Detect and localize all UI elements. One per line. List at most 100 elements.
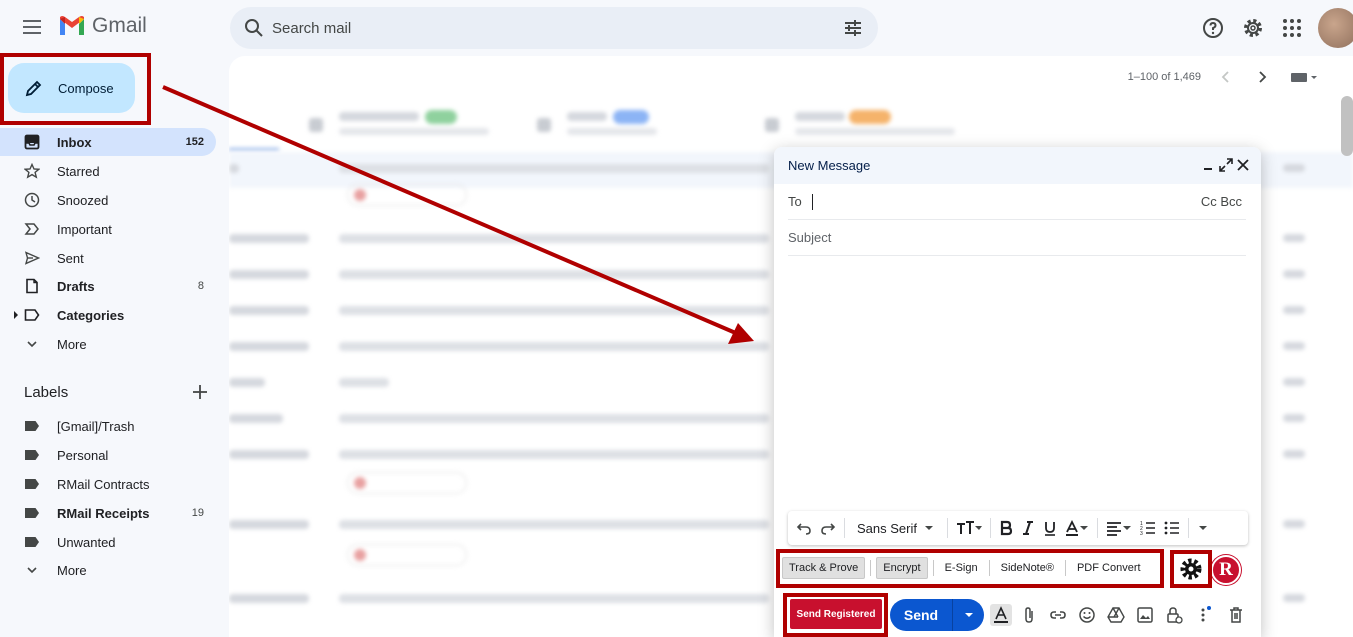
help-icon[interactable] [1201, 16, 1225, 40]
text-cursor [811, 193, 813, 210]
sidebar-item-starred[interactable]: Starred [0, 157, 216, 185]
label-item-trash[interactable]: [Gmail]/Trash [0, 412, 216, 440]
gmail-logo[interactable]: Gmail [58, 14, 147, 38]
formatting-options-icon[interactable] [990, 604, 1012, 626]
label-item-label: RMail Contracts [57, 476, 150, 492]
insert-link-icon[interactable] [1049, 606, 1067, 624]
italic-icon[interactable] [1021, 516, 1035, 540]
rmail-logo[interactable]: R [1211, 555, 1241, 585]
google-drive-icon[interactable] [1107, 606, 1125, 624]
font-size-icon[interactable] [956, 516, 982, 540]
sidebar-item-important[interactable]: Important [0, 215, 216, 243]
add-label-icon[interactable] [190, 382, 210, 402]
sidebar-item-drafts[interactable]: Drafts 8 [0, 272, 216, 300]
toolbar-divider [1187, 518, 1189, 538]
keyboard-icon[interactable] [1289, 68, 1319, 86]
label-tag-icon [25, 537, 39, 547]
dropdown-arrow-icon [924, 526, 933, 530]
label-tag-icon [25, 508, 39, 518]
main-menu-icon[interactable] [20, 16, 44, 40]
compose-button[interactable]: Compose [8, 63, 135, 113]
text-color-icon[interactable] [1065, 516, 1089, 540]
attachment-chip [347, 472, 467, 494]
more-formatting-icon[interactable] [1197, 516, 1209, 540]
encrypt-button[interactable]: Encrypt [876, 557, 928, 579]
label-item-label: Personal [57, 447, 109, 463]
numbered-list-icon[interactable]: 123 [1140, 516, 1156, 540]
rmail-logo-letter: R [1219, 559, 1233, 580]
chevron-down-icon [27, 567, 37, 574]
attachment-chip [347, 544, 467, 566]
underline-icon[interactable] [1043, 516, 1057, 540]
search-bar[interactable] [230, 7, 878, 49]
compose-window: New Message To Cc Bcc Subject Sans Serif… [774, 147, 1261, 637]
close-icon[interactable] [1235, 157, 1251, 173]
search-icon[interactable] [242, 16, 266, 40]
track-prove-button[interactable]: Track & Prove [782, 557, 866, 579]
bold-icon[interactable] [999, 516, 1013, 540]
redo-icon[interactable] [820, 516, 836, 540]
emoji-icon[interactable] [1078, 606, 1096, 624]
sidebar-item-inbox[interactable]: Inbox 152 [0, 128, 216, 156]
star-icon [24, 163, 40, 179]
label-item-personal[interactable]: Personal [0, 441, 216, 469]
label-item-rmail-contracts[interactable]: RMail Contracts [0, 470, 216, 498]
svg-text:3: 3 [1140, 531, 1143, 536]
subject-placeholder: Subject [788, 230, 832, 245]
top-bar: Gmail [0, 0, 1353, 56]
sidenote-button[interactable]: SideNote® [995, 557, 1060, 579]
send-button[interactable]: Send [890, 599, 984, 631]
draft-file-icon [26, 278, 38, 294]
search-options-icon[interactable] [842, 17, 864, 39]
attachment-chip [347, 184, 467, 206]
toolbar-divider [932, 560, 934, 576]
label-tag-icon [25, 479, 39, 489]
send-label: Send [903, 607, 939, 623]
apps-grid-icon[interactable] [1280, 16, 1304, 40]
to-label: To [788, 194, 802, 209]
compose-header[interactable]: New Message [774, 147, 1261, 184]
dropdown-arrow-icon [964, 613, 973, 617]
expand-icon[interactable] [1218, 157, 1234, 173]
attach-file-icon[interactable] [1020, 606, 1038, 624]
undo-icon[interactable] [796, 516, 812, 540]
pagination-count: 1–100 of 1,469 [1127, 71, 1201, 83]
sidebar-item-more[interactable]: More [0, 330, 216, 358]
esign-button[interactable]: E-Sign [939, 557, 984, 579]
search-input[interactable] [272, 19, 812, 37]
labels-heading: Labels [24, 384, 69, 401]
font-family-select[interactable]: Sans Serif [853, 516, 939, 540]
account-avatar[interactable] [1318, 8, 1353, 48]
insert-photo-icon[interactable] [1136, 606, 1154, 624]
rmail-settings-gear-icon[interactable] [1179, 557, 1203, 581]
cc-bcc-link[interactable]: Cc Bcc [1201, 194, 1242, 209]
confidential-mode-icon[interactable] [1165, 606, 1183, 624]
send-registered-button[interactable]: Send Registered [790, 599, 882, 629]
label-item-unwanted[interactable]: Unwanted [0, 528, 216, 556]
more-options-icon[interactable] [1194, 606, 1212, 624]
settings-gear-icon[interactable] [1241, 16, 1265, 40]
bulleted-list-icon[interactable] [1164, 516, 1180, 540]
label-tag-icon [24, 309, 40, 321]
minimize-icon[interactable] [1201, 157, 1217, 173]
to-field[interactable]: To Cc Bcc [788, 184, 1246, 220]
message-body[interactable] [788, 259, 1246, 499]
compose-title: New Message [788, 158, 871, 173]
chevron-left-icon[interactable] [1217, 68, 1235, 86]
sidebar-item-categories[interactable]: Categories [0, 301, 216, 329]
label-item-rmail-receipts[interactable]: RMail Receipts 19 [0, 499, 216, 527]
scrollbar-thumb[interactable] [1341, 96, 1353, 156]
expand-arrow-icon[interactable] [12, 310, 20, 320]
discard-draft-trash-icon[interactable] [1227, 606, 1245, 624]
label-item-more[interactable]: More [0, 556, 216, 584]
send-options-dropdown[interactable] [952, 599, 984, 631]
align-icon[interactable] [1106, 516, 1132, 540]
sidebar-item-snoozed[interactable]: Snoozed [0, 186, 216, 214]
pdf-convert-button[interactable]: PDF Convert [1071, 557, 1147, 579]
subject-field[interactable]: Subject [788, 220, 1246, 256]
sidebar-item-sent[interactable]: Sent [0, 244, 216, 272]
compose-label: Compose [58, 80, 114, 96]
chevron-right-icon[interactable] [1253, 68, 1271, 86]
toolbar-divider [870, 560, 872, 576]
sidebar-item-label: Drafts [57, 278, 95, 294]
